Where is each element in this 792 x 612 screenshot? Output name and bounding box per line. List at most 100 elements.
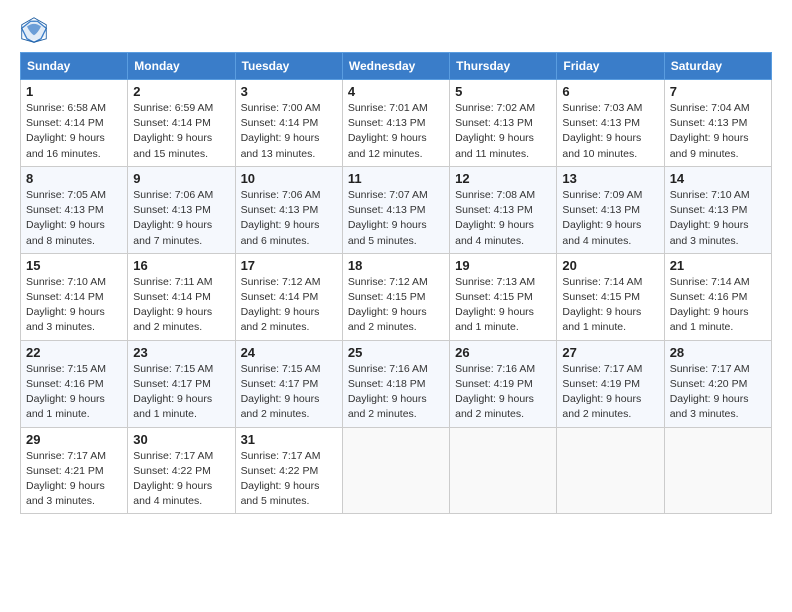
day-number: 25 [348,345,444,360]
calendar-cell: 1 Sunrise: 6:58 AM Sunset: 4:14 PM Daylig… [21,80,128,167]
day-info: Sunrise: 7:02 AM Sunset: 4:13 PM Dayligh… [455,101,551,162]
calendar-cell: 28 Sunrise: 7:17 AM Sunset: 4:20 PM Dayli… [664,340,771,427]
day-number: 11 [348,171,444,186]
day-number: 29 [26,432,122,447]
day-number: 4 [348,84,444,99]
day-info: Sunrise: 7:11 AM Sunset: 4:14 PM Dayligh… [133,275,229,336]
calendar-cell: 6Sunrise: 7:03 AM Sunset: 4:13 PM Daylig… [557,80,664,167]
calendar-cell: 15 Sunrise: 7:10 AM Sunset: 4:14 PM Dayli… [21,253,128,340]
calendar-cell: 4 Sunrise: 7:01 AM Sunset: 4:13 PM Daylig… [342,80,449,167]
day-number: 3 [241,84,337,99]
logo-icon [20,16,48,44]
day-number: 5 [455,84,551,99]
calendar-cell: 22Sunrise: 7:15 AM Sunset: 4:16 PM Dayli… [21,340,128,427]
day-info: Sunrise: 7:10 AM Sunset: 4:13 PM Dayligh… [670,188,766,249]
day-number: 2 [133,84,229,99]
weekday-header-friday: Friday [557,53,664,80]
weekday-header-saturday: Saturday [664,53,771,80]
calendar-cell: 31Sunrise: 7:17 AM Sunset: 4:22 PM Dayli… [235,427,342,514]
calendar-cell: 16 Sunrise: 7:11 AM Sunset: 4:14 PM Dayli… [128,253,235,340]
weekday-header-wednesday: Wednesday [342,53,449,80]
day-info: Sunrise: 7:17 AM Sunset: 4:22 PM Dayligh… [241,449,337,510]
calendar-table: SundayMondayTuesdayWednesdayThursdayFrid… [20,52,772,514]
day-info: Sunrise: 7:08 AM Sunset: 4:13 PM Dayligh… [455,188,551,249]
day-number: 8 [26,171,122,186]
calendar-cell: 12Sunrise: 7:08 AM Sunset: 4:13 PM Dayli… [450,166,557,253]
calendar-week-row: 8Sunrise: 7:05 AM Sunset: 4:13 PM Daylig… [21,166,772,253]
calendar-cell: 21 Sunrise: 7:14 AM Sunset: 4:16 PM Dayli… [664,253,771,340]
calendar-page: SundayMondayTuesdayWednesdayThursdayFrid… [0,0,792,524]
day-number: 21 [670,258,766,273]
calendar-cell: 24 Sunrise: 7:15 AM Sunset: 4:17 PM Dayli… [235,340,342,427]
calendar-cell: 29 Sunrise: 7:17 AM Sunset: 4:21 PM Dayli… [21,427,128,514]
calendar-cell [450,427,557,514]
day-info: Sunrise: 6:58 AM Sunset: 4:14 PM Dayligh… [26,101,122,162]
calendar-cell: 7Sunrise: 7:04 AM Sunset: 4:13 PM Daylig… [664,80,771,167]
calendar-cell: 3 Sunrise: 7:00 AM Sunset: 4:14 PM Daylig… [235,80,342,167]
calendar-header: SundayMondayTuesdayWednesdayThursdayFrid… [21,53,772,80]
day-number: 20 [562,258,658,273]
day-info: Sunrise: 7:06 AM Sunset: 4:13 PM Dayligh… [241,188,337,249]
header [20,16,772,44]
day-info: Sunrise: 7:09 AM Sunset: 4:13 PM Dayligh… [562,188,658,249]
weekday-header-tuesday: Tuesday [235,53,342,80]
day-number: 6 [562,84,658,99]
day-number: 17 [241,258,337,273]
day-number: 14 [670,171,766,186]
day-number: 30 [133,432,229,447]
logo [20,16,52,44]
day-number: 18 [348,258,444,273]
calendar-cell [557,427,664,514]
calendar-week-row: 29 Sunrise: 7:17 AM Sunset: 4:21 PM Dayli… [21,427,772,514]
day-info: Sunrise: 7:07 AM Sunset: 4:13 PM Dayligh… [348,188,444,249]
day-info: Sunrise: 7:16 AM Sunset: 4:18 PM Dayligh… [348,362,444,423]
day-info: Sunrise: 7:06 AM Sunset: 4:13 PM Dayligh… [133,188,229,249]
calendar-cell: 27 Sunrise: 7:17 AM Sunset: 4:19 PM Dayli… [557,340,664,427]
day-info: Sunrise: 7:01 AM Sunset: 4:13 PM Dayligh… [348,101,444,162]
day-info: Sunrise: 7:17 AM Sunset: 4:19 PM Dayligh… [562,362,658,423]
calendar-cell: 8Sunrise: 7:05 AM Sunset: 4:13 PM Daylig… [21,166,128,253]
day-info: Sunrise: 7:00 AM Sunset: 4:14 PM Dayligh… [241,101,337,162]
calendar-week-row: 22Sunrise: 7:15 AM Sunset: 4:16 PM Dayli… [21,340,772,427]
calendar-cell: 14 Sunrise: 7:10 AM Sunset: 4:13 PM Dayli… [664,166,771,253]
day-number: 1 [26,84,122,99]
day-number: 9 [133,171,229,186]
calendar-cell: 17Sunrise: 7:12 AM Sunset: 4:14 PM Dayli… [235,253,342,340]
day-number: 27 [562,345,658,360]
day-number: 15 [26,258,122,273]
day-number: 28 [670,345,766,360]
day-info: Sunrise: 7:14 AM Sunset: 4:15 PM Dayligh… [562,275,658,336]
day-number: 19 [455,258,551,273]
day-number: 23 [133,345,229,360]
day-number: 13 [562,171,658,186]
calendar-cell: 9 Sunrise: 7:06 AM Sunset: 4:13 PM Daylig… [128,166,235,253]
day-info: Sunrise: 7:10 AM Sunset: 4:14 PM Dayligh… [26,275,122,336]
calendar-cell: 30 Sunrise: 7:17 AM Sunset: 4:22 PM Dayli… [128,427,235,514]
day-info: Sunrise: 7:12 AM Sunset: 4:15 PM Dayligh… [348,275,444,336]
day-info: Sunrise: 7:17 AM Sunset: 4:20 PM Dayligh… [670,362,766,423]
calendar-week-row: 15 Sunrise: 7:10 AM Sunset: 4:14 PM Dayli… [21,253,772,340]
calendar-cell: 20 Sunrise: 7:14 AM Sunset: 4:15 PM Dayli… [557,253,664,340]
calendar-cell [342,427,449,514]
day-number: 24 [241,345,337,360]
day-info: Sunrise: 7:13 AM Sunset: 4:15 PM Dayligh… [455,275,551,336]
calendar-cell [664,427,771,514]
day-info: Sunrise: 7:14 AM Sunset: 4:16 PM Dayligh… [670,275,766,336]
day-info: Sunrise: 7:17 AM Sunset: 4:21 PM Dayligh… [26,449,122,510]
calendar-cell: 26 Sunrise: 7:16 AM Sunset: 4:19 PM Dayli… [450,340,557,427]
calendar-cell: 23Sunrise: 7:15 AM Sunset: 4:17 PM Dayli… [128,340,235,427]
day-info: Sunrise: 7:15 AM Sunset: 4:17 PM Dayligh… [241,362,337,423]
weekday-header-sunday: Sunday [21,53,128,80]
day-number: 26 [455,345,551,360]
calendar-cell: 13 Sunrise: 7:09 AM Sunset: 4:13 PM Dayli… [557,166,664,253]
day-info: Sunrise: 7:17 AM Sunset: 4:22 PM Dayligh… [133,449,229,510]
weekday-row: SundayMondayTuesdayWednesdayThursdayFrid… [21,53,772,80]
day-info: Sunrise: 7:04 AM Sunset: 4:13 PM Dayligh… [670,101,766,162]
day-number: 10 [241,171,337,186]
day-number: 16 [133,258,229,273]
calendar-cell: 18 Sunrise: 7:12 AM Sunset: 4:15 PM Dayli… [342,253,449,340]
day-info: Sunrise: 7:16 AM Sunset: 4:19 PM Dayligh… [455,362,551,423]
weekday-header-monday: Monday [128,53,235,80]
calendar-cell: 19 Sunrise: 7:13 AM Sunset: 4:15 PM Dayli… [450,253,557,340]
calendar-cell: 25 Sunrise: 7:16 AM Sunset: 4:18 PM Dayli… [342,340,449,427]
